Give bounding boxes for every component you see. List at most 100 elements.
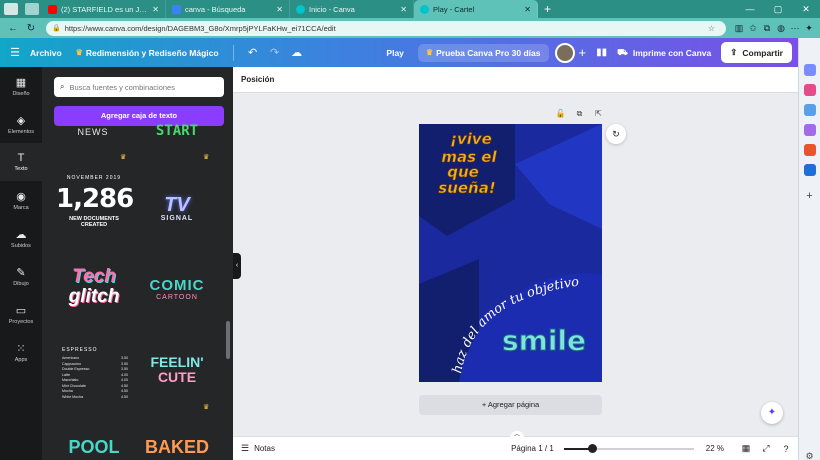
- panel-scrollbar[interactable]: [226, 321, 230, 359]
- context-toolbar: Posición: [233, 67, 798, 93]
- rail-item-texto[interactable]: T Texto: [0, 143, 42, 181]
- add-page-button[interactable]: + Agregar página: [419, 395, 602, 415]
- copilot-icon[interactable]: ✦: [802, 23, 816, 34]
- page-indicator[interactable]: Página 1 / 1: [511, 444, 554, 453]
- rail-item-diseno[interactable]: ▦ Diseño: [0, 67, 42, 105]
- browser-profile-icon[interactable]: [4, 3, 18, 15]
- tile-date: NOVEMBER 2019: [66, 175, 122, 181]
- text-combo-feelin-cute[interactable]: FEELIN' CUTE: [140, 355, 214, 385]
- tile-text: Tech: [72, 266, 116, 287]
- add-collaborator-icon[interactable]: +: [579, 45, 587, 60]
- browser-tab-1[interactable]: canva - Búsqueda ✕: [166, 0, 290, 18]
- crown-icon: ♛: [120, 154, 127, 161]
- rail-label: Elementos: [8, 128, 34, 135]
- cloud-saved-icon[interactable]: ☁: [286, 46, 308, 59]
- text-combo-baked[interactable]: BAKED: [140, 437, 214, 458]
- browser-tab-0[interactable]: (2) STARFIELD es un JUEGAZO ✕: [42, 0, 166, 18]
- close-icon[interactable]: ✕: [400, 5, 407, 14]
- rail-item-proyectos[interactable]: ▭ Proyectos: [0, 295, 42, 333]
- help-icon[interactable]: ?: [778, 444, 794, 454]
- notes-label: Notas: [254, 444, 275, 453]
- text-combo-news[interactable]: NEWS: [56, 127, 130, 137]
- sidebar-settings-icon[interactable]: ⚙: [804, 450, 816, 460]
- chevron-up-icon[interactable]: ︿: [510, 431, 524, 438]
- zoom-slider[interactable]: [563, 443, 694, 453]
- rail-item-apps[interactable]: ⁙ Apps: [0, 333, 42, 371]
- url-field[interactable]: 🔒 https://www.canva.com/design/DAGEBM3_G…: [46, 20, 726, 36]
- rail-label: Subidos: [11, 242, 31, 249]
- zoom-value[interactable]: 22 %: [706, 444, 724, 453]
- text-combo-comic-cartoon[interactable]: COMIC CARTOON: [140, 277, 214, 301]
- search-placeholder: Busca fuentes y combinaciones: [69, 82, 175, 92]
- minimize-icon[interactable]: —: [736, 0, 764, 18]
- collapse-panel-handle[interactable]: ‹: [233, 253, 241, 279]
- avatar[interactable]: [554, 42, 575, 63]
- text-combo-tech-glitch[interactable]: Tech glitch: [56, 267, 132, 307]
- tools-icon[interactable]: [803, 104, 816, 116]
- rail-item-elementos[interactable]: ◈ Elementos: [0, 105, 42, 143]
- close-window-icon[interactable]: ✕: [792, 0, 820, 18]
- browser-tab-3[interactable]: Play - Cartel ✕: [414, 0, 538, 18]
- zoom-knob[interactable]: [587, 443, 597, 453]
- lock-icon[interactable]: 🔓: [551, 109, 570, 119]
- position-button[interactable]: Posición: [241, 75, 274, 84]
- text-combo-november[interactable]: NOVEMBER 2019 1,286 NEW DOCUMENTS CREATE…: [56, 175, 134, 228]
- reload-icon[interactable]: ↻: [24, 23, 38, 34]
- maximize-icon[interactable]: ▢: [764, 0, 792, 18]
- design-title[interactable]: Play: [386, 48, 404, 58]
- magic-assistant-icon[interactable]: ✦: [761, 402, 783, 424]
- rail-item-marca[interactable]: ◉ Marca: [0, 181, 42, 219]
- text-combo-pool[interactable]: POOL: [56, 437, 132, 458]
- print-button[interactable]: ⛟ Imprime con Canva: [617, 47, 711, 59]
- espresso-item-name: White Mocha: [62, 394, 83, 399]
- close-icon[interactable]: ✕: [152, 5, 159, 14]
- text-combo-espresso-menu[interactable]: ESPRESSO Americano 3.50 Cappuccino 3.50 Doub…: [62, 347, 128, 400]
- bookmark-star-icon[interactable]: ☆: [708, 24, 720, 33]
- export-page-icon[interactable]: ⇱: [589, 109, 608, 119]
- office-icon[interactable]: [803, 144, 816, 156]
- profile-icon[interactable]: ◍: [774, 23, 788, 34]
- close-icon[interactable]: ✕: [276, 5, 283, 14]
- outlook-icon[interactable]: [803, 164, 816, 176]
- collections-icon[interactable]: [25, 3, 39, 15]
- window-controls: — ▢ ✕: [736, 0, 820, 18]
- more-options-icon[interactable]: ⋯: [788, 23, 802, 34]
- rail-item-dibujo[interactable]: ✎ Dibujo: [0, 257, 42, 295]
- insights-chart-icon[interactable]: ▮▮: [596, 47, 607, 58]
- resize-menu[interactable]: ♛ Redimensión y Rediseño Mágico: [76, 48, 219, 58]
- undo-icon[interactable]: ↶: [242, 46, 264, 59]
- fullscreen-icon[interactable]: ⤢: [758, 443, 774, 454]
- hamburger-menu-icon[interactable]: ☰: [0, 46, 30, 59]
- notes-button[interactable]: ☰ Notas: [241, 443, 275, 454]
- redo-icon[interactable]: ↷: [264, 46, 286, 59]
- duplicate-icon[interactable]: ⧉: [570, 109, 589, 119]
- pen-icon: ✎: [16, 266, 26, 279]
- split-screen-icon[interactable]: ▥: [732, 23, 746, 34]
- rail-item-subidos[interactable]: ☁ Subidos: [0, 219, 42, 257]
- pro-trial-button[interactable]: ♛ Prueba Canva Pro 30 días: [417, 43, 549, 62]
- design-canvas[interactable]: ¡vive mas el que sueña! haz del amor tu …: [419, 124, 602, 382]
- search-icon[interactable]: [803, 64, 816, 76]
- add-sidebar-icon[interactable]: +: [804, 190, 816, 202]
- shopping-icon[interactable]: [803, 84, 816, 96]
- url-text: https://www.canva.com/design/DAGEBM3_G8o…: [64, 23, 336, 33]
- smile-word: smile: [502, 324, 586, 357]
- espresso-menu-row: White Mocha 4.50: [62, 395, 128, 401]
- games-icon[interactable]: [803, 124, 816, 136]
- refresh-design-icon[interactable]: ↻: [606, 124, 626, 144]
- divider: [232, 44, 234, 61]
- text-combo-start[interactable]: START: [140, 123, 214, 139]
- favorites-icon[interactable]: ✩: [746, 23, 760, 34]
- collections-toolbar-icon[interactable]: ⧉: [760, 23, 774, 34]
- font-search-input[interactable]: ⌕ Busca fuentes y combinaciones: [54, 77, 224, 97]
- back-arrow-icon[interactable]: ←: [6, 23, 20, 34]
- tab-title: Inicio - Canva: [309, 4, 355, 14]
- share-button[interactable]: ⇪ Compartir: [721, 42, 792, 63]
- browser-tab-2[interactable]: Inicio - Canva ✕: [290, 0, 414, 18]
- text-combo-tv-signal[interactable]: TV SIGNAL: [140, 195, 214, 222]
- tile-text: CARTOON: [156, 294, 198, 301]
- close-icon[interactable]: ✕: [524, 5, 531, 14]
- file-menu[interactable]: Archivo: [30, 48, 62, 58]
- new-tab-button[interactable]: +: [538, 0, 557, 18]
- grid-view-icon[interactable]: ▦: [738, 443, 754, 454]
